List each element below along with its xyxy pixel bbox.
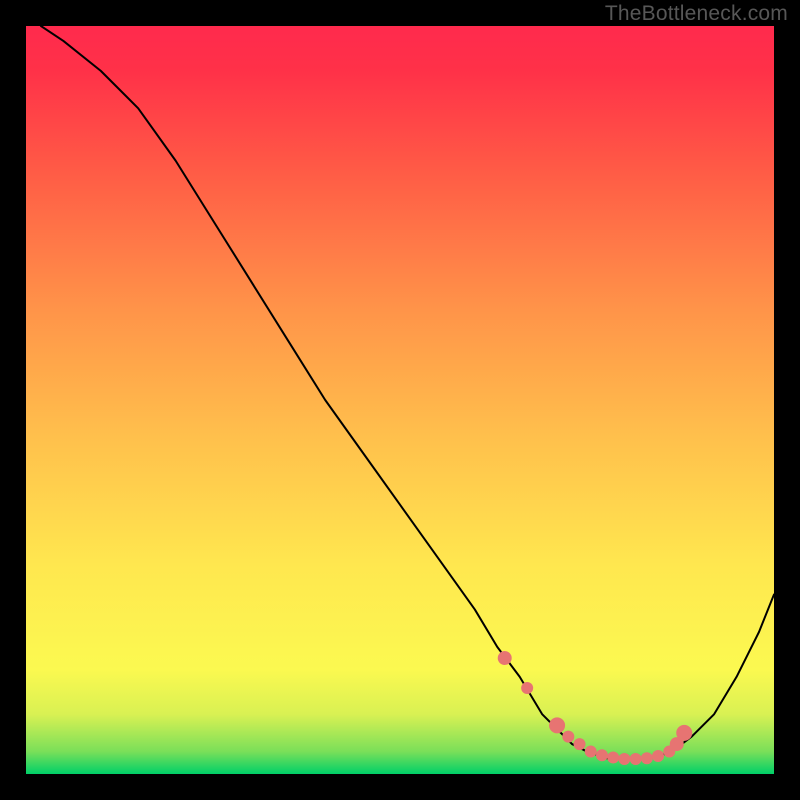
data-marker [574, 738, 586, 750]
data-marker [521, 682, 533, 694]
data-marker [618, 753, 630, 765]
data-marker [630, 753, 642, 765]
data-marker [562, 731, 574, 743]
data-marker [652, 750, 664, 762]
data-marker [498, 651, 512, 665]
data-marker [641, 752, 653, 764]
data-marker [596, 749, 608, 761]
data-marker [585, 746, 597, 758]
chart-container: TheBottleneck.com [0, 0, 800, 800]
gradient-background [26, 26, 774, 774]
data-marker [607, 752, 619, 764]
data-marker [676, 725, 692, 741]
data-marker [549, 717, 565, 733]
plot-area [26, 26, 774, 774]
watermark-text: TheBottleneck.com [605, 2, 788, 26]
chart-svg [26, 26, 774, 774]
